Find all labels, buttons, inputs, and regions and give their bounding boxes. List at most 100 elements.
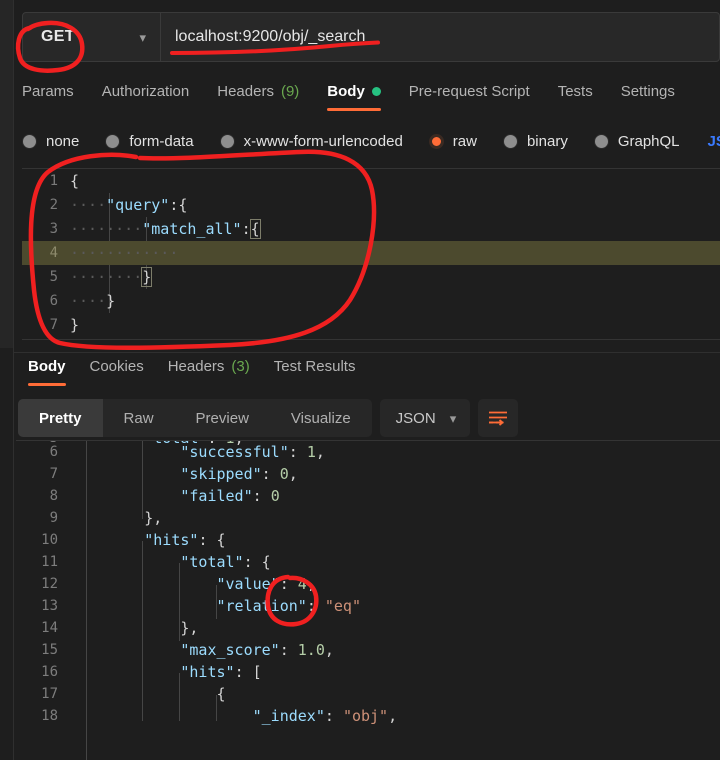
tab-params[interactable]: Params <box>22 83 74 109</box>
response-line: 7 "skipped": 0, <box>16 463 720 485</box>
line-number: 3 <box>49 221 58 237</box>
line-number: 6 <box>49 444 58 460</box>
http-method-label: GET <box>41 28 75 45</box>
response-line: 10 "hits": { <box>16 529 720 551</box>
tab-settings[interactable]: Settings <box>621 83 675 109</box>
line-number: 13 <box>41 598 58 614</box>
line-number: 17 <box>41 686 58 702</box>
request-body-editor[interactable]: 1 { 2 ····"query":{ 3 ········"match_all… <box>22 168 720 340</box>
response-line: 15 "max_score": 1.0, <box>16 639 720 661</box>
line-content: "value": 4, <box>216 575 316 593</box>
radio-form-data[interactable]: form-data <box>105 133 194 150</box>
tab-headers-label: Headers <box>217 83 274 100</box>
tab-tests[interactable]: Tests <box>558 83 593 109</box>
line-number: 10 <box>41 532 58 548</box>
radio-raw-icon[interactable] <box>428 133 444 149</box>
radio-none-label: none <box>46 132 80 150</box>
radio-graphql-icon[interactable] <box>593 133 609 149</box>
line-number: 16 <box>41 664 58 680</box>
chevron-down-icon[interactable]: ▾ <box>139 31 146 44</box>
line-content: "max_score": 1.0, <box>180 641 334 659</box>
line-content: "total": { <box>180 553 271 571</box>
radio-x-www-form-urlencoded-label: x-www-form-urlencoded <box>243 132 403 150</box>
http-method-selector[interactable]: GET ▾ <box>23 13 161 61</box>
response-line: 18 "_index": "obj", <box>16 705 720 727</box>
tab-authorization-label: Authorization <box>101 83 190 100</box>
line-number: 6 <box>49 293 58 309</box>
view-mode-visualize[interactable]: Visualize <box>270 399 372 437</box>
tab-authorization[interactable]: Authorization <box>102 83 190 109</box>
tab-tests-label: Tests <box>557 83 593 100</box>
editor-line: 5 ········} <box>22 265 720 289</box>
response-tab-headers[interactable]: Headers (3) <box>168 358 250 384</box>
response-tab-body[interactable]: Body <box>28 357 66 386</box>
line-number: 2 <box>49 197 58 213</box>
line-content: ········"match_all":{ <box>70 219 261 239</box>
editor-line: 2 ····"query":{ <box>22 193 720 217</box>
radio-raw[interactable]: raw <box>428 132 477 150</box>
raw-format-selector[interactable]: JSON <box>708 133 720 150</box>
response-line: 16 "hits": [ <box>16 661 720 683</box>
response-format-selector[interactable]: JSON ▾ <box>379 399 471 437</box>
line-content: }, <box>144 509 163 527</box>
line-content: "skipped": 0, <box>180 465 298 483</box>
line-content: "successful": 1, <box>180 443 325 461</box>
response-tab-bar: Body Cookies Headers (3) Test Results <box>14 352 720 388</box>
response-tab-headers-label: Headers <box>167 357 225 375</box>
radio-form-data-icon[interactable] <box>105 133 121 149</box>
tab-body-label: Body <box>327 83 365 100</box>
line-content: "hits": [ <box>180 663 262 681</box>
line-number: 4 <box>49 245 58 261</box>
request-tab-bar: Params Authorization Headers (9) Body Pre… <box>22 76 720 116</box>
response-tab-test-results-label: Test Results <box>273 357 356 375</box>
line-content: "hits": { <box>144 531 226 549</box>
chevron-down-icon[interactable]: ▾ <box>450 412 457 425</box>
editor-line: 3 ········"match_all":{ <box>22 217 720 241</box>
editor-line-highlighted: 4 ············ <box>22 241 720 265</box>
url-input[interactable]: localhost:9200/obj/_search <box>161 13 719 61</box>
radio-none-icon[interactable] <box>22 133 37 149</box>
response-line: 6 "successful": 1, <box>16 441 720 463</box>
response-view-toolbar: Pretty Raw Preview Visualize JSON ▾ <box>16 398 720 438</box>
postman-window: GET ▾ localhost:9200/obj/_search Params … <box>0 0 720 760</box>
response-line: 17 { <box>16 683 720 705</box>
line-number: 9 <box>49 510 58 526</box>
line-content: ····} <box>70 292 116 310</box>
radio-x-www-form-urlencoded-icon[interactable] <box>219 133 235 149</box>
response-tab-body-label: Body <box>28 357 66 375</box>
line-number: 5 <box>49 269 58 285</box>
tab-headers[interactable]: Headers (9) <box>217 83 299 109</box>
line-content: "_index": "obj", <box>252 707 398 725</box>
response-line: 12 "value": 4, <box>16 573 720 595</box>
radio-graphql[interactable]: GraphQL <box>593 133 680 150</box>
line-content: "failed": 0 <box>180 487 280 505</box>
radio-none[interactable]: none <box>22 133 79 150</box>
editor-line: 6 ····} <box>22 289 720 313</box>
tab-pre-request-script[interactable]: Pre-request Script <box>409 83 530 109</box>
radio-binary-icon[interactable] <box>502 133 518 149</box>
line-number: 11 <box>41 554 58 570</box>
response-tab-cookies[interactable]: Cookies <box>90 358 144 384</box>
body-type-radio-group: none form-data x-www-form-urlencoded raw… <box>22 126 720 156</box>
tab-body[interactable]: Body <box>327 83 381 111</box>
response-line: 9 }, <box>16 507 720 529</box>
line-content: ············ <box>70 244 179 262</box>
tab-settings-label: Settings <box>620 83 675 100</box>
radio-raw-label: raw <box>452 132 477 150</box>
view-mode-preview[interactable]: Preview <box>175 399 270 437</box>
word-wrap-button[interactable] <box>478 399 519 437</box>
line-number: 15 <box>41 642 58 658</box>
response-headers-count: (3) <box>231 357 250 375</box>
view-mode-raw[interactable]: Raw <box>103 399 175 437</box>
response-format-label: JSON <box>395 409 436 427</box>
radio-x-www-form-urlencoded[interactable]: x-www-form-urlencoded <box>219 132 403 150</box>
editor-line: 7 } <box>22 313 720 337</box>
headers-count: (9) <box>280 83 300 100</box>
line-content: ········} <box>70 267 153 287</box>
body-modified-dot-icon <box>371 87 381 96</box>
radio-binary[interactable]: binary <box>502 133 568 150</box>
editor-line: 1 { <box>22 169 720 193</box>
view-mode-pretty[interactable]: Pretty <box>18 399 103 437</box>
response-tab-test-results[interactable]: Test Results <box>274 358 356 384</box>
response-body-viewer[interactable]: 5 "total": 1, 6 "successful": 1, 7 "skip… <box>16 440 720 760</box>
